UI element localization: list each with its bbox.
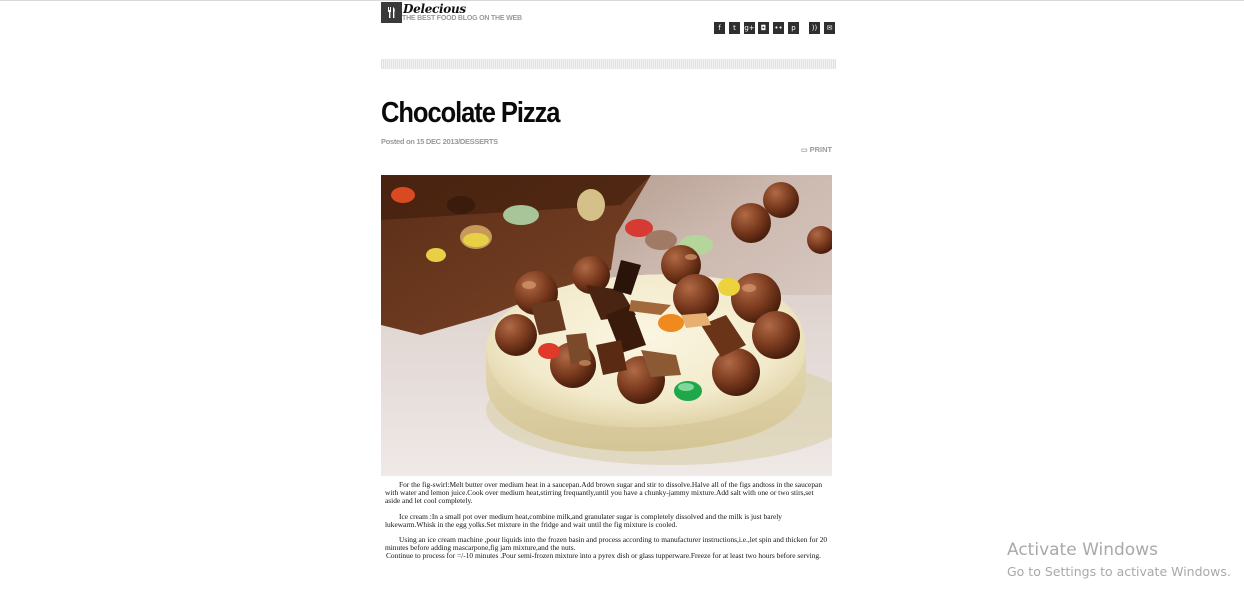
rss-icon[interactable]: ))	[809, 22, 820, 34]
post-meta: Posted on 15 DEC 2013/DESSERTS	[381, 137, 498, 146]
facebook-icon[interactable]: f	[714, 22, 725, 34]
site-name[interactable]: Delecious	[403, 2, 466, 16]
email-icon[interactable]: ✉	[824, 22, 835, 34]
post-paragraph: Using an ice cream machine ,pour liquids…	[385, 535, 828, 552]
fork-knife-icon[interactable]	[381, 2, 402, 23]
google-plus-icon[interactable]: g+	[744, 22, 755, 34]
post-title: Chocolate Pizza	[381, 97, 561, 129]
post-paragraph: For the fig-swirl:Melt butter over mediu…	[385, 480, 823, 505]
twitter-icon[interactable]: t	[729, 22, 740, 34]
watermark-title: Activate Windows	[1007, 540, 1158, 560]
site-tagline: THE BEST FOOD BLOG ON THE WEB	[402, 15, 522, 22]
watermark-subtitle: Go to Settings to activate Windows.	[1007, 564, 1231, 579]
header-divider	[381, 59, 836, 69]
instagram-icon[interactable]: ◘	[758, 22, 769, 34]
print-button[interactable]: ▭ PRINT	[801, 145, 832, 154]
post-paragraph: Continue to process for =/-10 minutes .P…	[386, 551, 821, 560]
printer-icon: ▭	[801, 147, 808, 154]
print-label: PRINT	[809, 145, 833, 154]
flickr-icon[interactable]: ••	[773, 22, 784, 34]
pinterest-icon[interactable]: p	[788, 22, 799, 34]
post-image	[381, 175, 832, 476]
activation-watermark: Activate Windows Go to Settings to activ…	[1007, 540, 1231, 580]
post-body: For the fig-swirl:Melt butter over mediu…	[385, 481, 830, 568]
top-border	[0, 0, 1244, 1]
post-paragraph: Ice cream :In a small pot over medium he…	[385, 511, 782, 529]
